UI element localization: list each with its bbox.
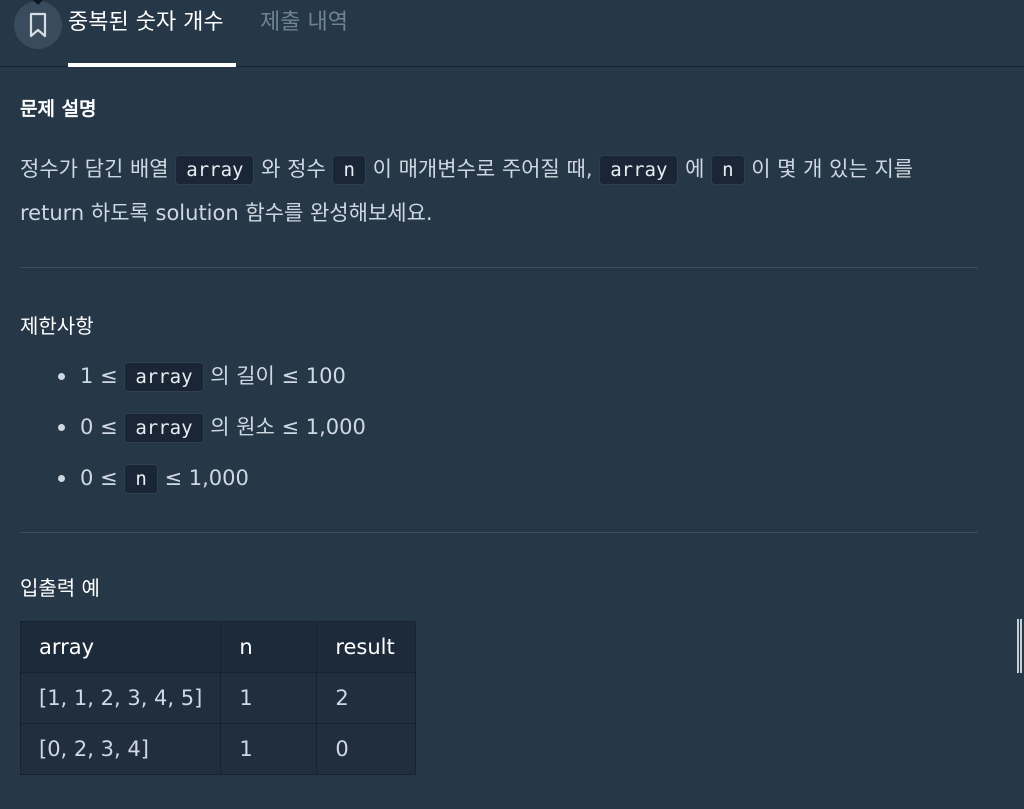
code-array: array bbox=[175, 155, 255, 185]
table-cell: [0, 2, 3, 4] bbox=[19, 723, 222, 775]
description-text: 이 매개변수로 주어질 때, bbox=[365, 157, 600, 181]
limit-item: 1 ≤ array 의 길이 ≤ 100 bbox=[20, 355, 820, 406]
section-divider bbox=[20, 267, 978, 268]
limit-text: 의 원소 ≤ 1,000 bbox=[203, 415, 366, 439]
section-divider bbox=[20, 532, 978, 533]
table-header-row: array n result bbox=[19, 621, 417, 673]
bookmark-icon bbox=[29, 12, 47, 38]
description-line-1: 정수가 담긴 배열 array 와 정수 n 이 매개변수로 주어질 때, ar… bbox=[20, 148, 990, 192]
limits-list: 1 ≤ array 의 길이 ≤ 100 0 ≤ array 의 원소 ≤ 1,… bbox=[20, 355, 820, 508]
table-row: [1, 1, 2, 3, 4, 5] 1 2 bbox=[19, 672, 417, 724]
code-array: array bbox=[124, 362, 204, 392]
table-cell: [1, 1, 2, 3, 4, 5] bbox=[19, 672, 222, 724]
limit-item: 0 ≤ array 의 원소 ≤ 1,000 bbox=[20, 406, 820, 457]
bookmark-button[interactable] bbox=[14, 1, 62, 49]
limit-text: 1 ≤ bbox=[80, 364, 125, 388]
column-header: array bbox=[19, 621, 222, 673]
table-cell: 1 bbox=[220, 723, 318, 775]
panel-resize-handle[interactable] bbox=[1017, 619, 1022, 673]
code-n: n bbox=[711, 155, 745, 185]
active-tab-indicator bbox=[68, 63, 236, 67]
table-cell: 0 bbox=[316, 723, 417, 775]
tab-bar: 중복된 숫자 개수 제출 내역 bbox=[0, 0, 1024, 67]
tab-problem[interactable]: 중복된 숫자 개수 bbox=[68, 8, 224, 38]
description-text: 와 정수 bbox=[254, 157, 333, 181]
limit-item: 0 ≤ n ≤ 1,000 bbox=[20, 457, 820, 508]
limit-text: ≤ 1,000 bbox=[157, 466, 249, 490]
bookmark-pointer bbox=[33, 0, 43, 5]
column-header: n bbox=[220, 621, 318, 673]
bullet-icon bbox=[58, 373, 65, 380]
tab-submissions[interactable]: 제출 내역 bbox=[260, 8, 348, 38]
examples-heading: 입출력 예 bbox=[20, 576, 100, 600]
limit-text: 의 길이 ≤ 100 bbox=[203, 364, 346, 388]
bullet-icon bbox=[58, 475, 65, 482]
limit-text: 0 ≤ bbox=[80, 415, 125, 439]
code-n: n bbox=[332, 155, 366, 185]
description-text: 정수가 담긴 배열 bbox=[20, 157, 176, 181]
table-row: [0, 2, 3, 4] 1 0 bbox=[19, 723, 417, 775]
column-header: result bbox=[316, 621, 417, 673]
problem-description: 정수가 담긴 배열 array 와 정수 n 이 매개변수로 주어질 때, ar… bbox=[20, 148, 990, 235]
description-line-2: return 하도록 solution 함수를 완성해보세요. bbox=[20, 201, 433, 225]
examples-table: array n result [1, 1, 2, 3, 4, 5] 1 2 [0… bbox=[19, 621, 417, 775]
limits-heading: 제한사항 bbox=[20, 314, 94, 338]
bullet-icon bbox=[58, 424, 65, 431]
description-text: 에 bbox=[678, 157, 712, 181]
code-n: n bbox=[124, 464, 158, 494]
code-array: array bbox=[599, 155, 679, 185]
problem-heading: 문제 설명 bbox=[20, 98, 97, 120]
limit-text: 0 ≤ bbox=[80, 466, 125, 490]
code-array: array bbox=[124, 413, 204, 443]
table-cell: 1 bbox=[220, 672, 318, 724]
table-cell: 2 bbox=[316, 672, 417, 724]
description-text: 이 몇 개 있는 지를 bbox=[744, 157, 914, 181]
